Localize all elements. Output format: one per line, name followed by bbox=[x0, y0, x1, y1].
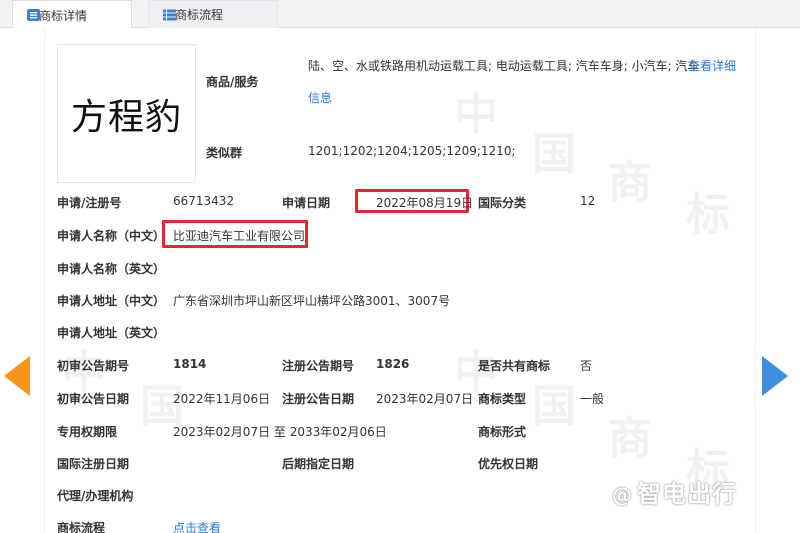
app-date-label: 申请日期 bbox=[282, 196, 331, 210]
prelim-pub-date-label: 初审公告日期 bbox=[57, 392, 130, 406]
agency-label: 代理/办理机构 bbox=[57, 489, 134, 503]
shared-label: 是否共有商标 bbox=[478, 359, 551, 373]
reg-no-label: 申请/注册号 bbox=[57, 196, 122, 210]
view-details-link[interactable]: 查看详细 bbox=[688, 57, 736, 74]
next-arrow-icon[interactable] bbox=[762, 356, 788, 396]
prelim-pub-date-value: 2022年11月06日 bbox=[173, 392, 271, 406]
previous-arrow-icon[interactable] bbox=[4, 356, 30, 396]
similar-group-label: 类似群 bbox=[206, 146, 243, 160]
similar-group-value: 1201;1202;1204;1205;1209;1210; bbox=[308, 144, 516, 158]
exclusive-period-label: 专用权期限 bbox=[57, 425, 118, 439]
intl-class-label: 国际分类 bbox=[478, 196, 527, 210]
reg-pub-date-label: 注册公告日期 bbox=[282, 392, 355, 406]
tab-trademark-process[interactable]: 商标流程 bbox=[148, 0, 278, 28]
trademark-image: 方程豹 bbox=[57, 44, 196, 183]
trademark-logo-text: 方程豹 bbox=[70, 96, 182, 138]
applicant-cn-label: 申请人名称（中文） bbox=[57, 229, 166, 243]
at-icon: @ bbox=[612, 483, 633, 507]
goods-services-label: 商品/服务 bbox=[206, 75, 259, 89]
document-list-icon bbox=[27, 9, 40, 21]
tab-bar: 商标详情 商标流程 bbox=[0, 0, 800, 29]
tm-type-value: 一般 bbox=[580, 392, 605, 406]
intl-class-value: 12 bbox=[580, 194, 596, 208]
app-date-value: 2022年08月19日 bbox=[376, 196, 474, 210]
reg-pub-no-label: 注册公告期号 bbox=[282, 359, 355, 373]
view-details-link-continued[interactable]: 信息 bbox=[308, 89, 332, 106]
exclusive-period-value: 2023年02月07日 至 2033年02月06日 bbox=[173, 425, 387, 439]
address-cn-label: 申请人地址（中文） bbox=[57, 294, 166, 308]
prelim-pub-no-value: 1814 bbox=[173, 357, 207, 371]
view-process-link[interactable]: 点击查看 bbox=[173, 519, 221, 533]
tm-form-label: 商标形式 bbox=[478, 425, 527, 439]
prelim-pub-no-label: 初审公告期号 bbox=[57, 359, 130, 373]
applicant-cn-value: 比亚迪汽车工业有限公司 bbox=[173, 229, 306, 243]
shared-value: 否 bbox=[580, 359, 593, 373]
later-designation-label: 后期指定日期 bbox=[282, 457, 355, 471]
goods-services-value: 陆、空、水或铁路用机动运载工具; 电动运载工具; 汽车车身; 小汽车; 汽车 bbox=[308, 59, 700, 73]
reg-no-value: 66713432 bbox=[173, 194, 235, 208]
applicant-en-label: 申请人名称（英文） bbox=[57, 262, 166, 276]
address-cn-value: 广东省深圳市坪山新区坪山横坪公路3001、3007号 bbox=[173, 294, 451, 308]
process-label: 商标流程 bbox=[57, 521, 106, 533]
address-en-label: 申请人地址（英文） bbox=[57, 326, 166, 340]
tm-type-label: 商标类型 bbox=[478, 392, 527, 406]
list-icon bbox=[163, 9, 176, 21]
intl-reg-date-label: 国际注册日期 bbox=[57, 457, 130, 471]
reg-pub-date-value: 2023年02月07日 bbox=[376, 392, 474, 406]
tab-label: 商标流程 bbox=[175, 8, 224, 22]
reg-pub-no-value: 1826 bbox=[376, 357, 410, 371]
tab-label: 商标详情 bbox=[39, 8, 88, 23]
brand-name: 智电出行 bbox=[637, 480, 737, 508]
tab-trademark-details[interactable]: 商标详情 bbox=[12, 0, 132, 29]
priority-date-label: 优先权日期 bbox=[478, 457, 539, 471]
brand-watermark: @ 智电出行 bbox=[612, 474, 737, 509]
